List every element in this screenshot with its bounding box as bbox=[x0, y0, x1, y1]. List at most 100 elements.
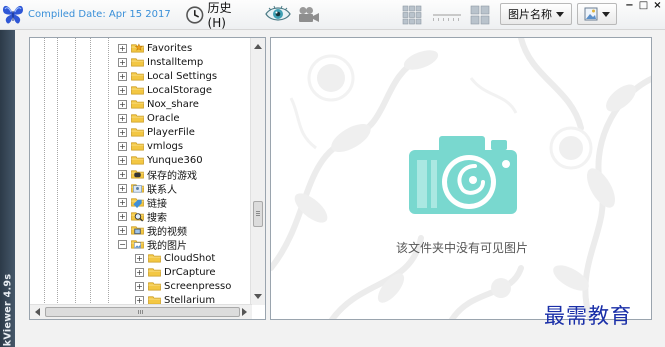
tree-item-label: 搜索 bbox=[147, 212, 167, 224]
expand-icon[interactable]: + bbox=[118, 155, 127, 165]
folder-icon bbox=[131, 58, 144, 67]
folder-tree[interactable]: + Favorites + Installtemp + Local Settings + Lo… bbox=[29, 37, 266, 320]
thumbnail-grid-icon[interactable] bbox=[402, 5, 422, 25]
tree-item[interactable]: + PlayerFile bbox=[118, 125, 253, 139]
image-area[interactable]: 该文件夹中没有可见图片 bbox=[270, 37, 652, 320]
tree-item[interactable]: − 我的图片 bbox=[118, 237, 253, 252]
tree-horizontal-scroll-thumb[interactable] bbox=[45, 307, 240, 317]
links-icon bbox=[131, 198, 144, 208]
tree-item[interactable]: + LocalStorage bbox=[118, 83, 253, 97]
pictures-folder-icon bbox=[131, 240, 144, 249]
tree-guide-lines bbox=[30, 38, 130, 305]
watermark-text: 最需教育 bbox=[544, 304, 632, 328]
chevron-down-icon bbox=[602, 11, 610, 17]
expand-icon[interactable]: + bbox=[135, 267, 144, 277]
tree-rows: + Favorites + Installtemp + Local Settings + Lo… bbox=[118, 41, 253, 307]
expand-icon[interactable]: + bbox=[135, 281, 144, 291]
tree-item[interactable]: + 链接 bbox=[118, 195, 253, 210]
expand-icon[interactable]: + bbox=[118, 43, 127, 53]
tree-vertical-scrollbar[interactable] bbox=[250, 38, 265, 305]
butterfly-icon bbox=[3, 5, 23, 24]
close-button[interactable]: × bbox=[652, 0, 663, 11]
expand-icon[interactable]: + bbox=[118, 71, 127, 81]
scroll-left-arrow-icon[interactable] bbox=[35, 308, 40, 316]
history-button[interactable]: 历史(H) bbox=[185, 1, 249, 30]
tree-item-label: 保存的游戏 bbox=[147, 170, 197, 182]
tree-item[interactable]: + 联系人 bbox=[118, 181, 253, 196]
tree-item-label: PlayerFile bbox=[147, 126, 195, 138]
tree-item-label: Nox_share bbox=[147, 98, 199, 110]
tree-item[interactable]: + Screenpresso bbox=[135, 279, 253, 293]
folder-icon bbox=[131, 142, 144, 151]
tree-item-label: Yunque360 bbox=[147, 154, 203, 166]
side-strip: bkViewer 4.9s bbox=[0, 30, 15, 347]
video-camera-icon[interactable] bbox=[297, 6, 321, 24]
expand-icon[interactable]: + bbox=[118, 113, 127, 123]
folder-icon bbox=[131, 86, 144, 95]
tree-item[interactable]: + CloudShot bbox=[135, 251, 253, 265]
chevron-down-icon bbox=[556, 11, 564, 17]
tree-item[interactable]: + Nox_share bbox=[118, 97, 253, 111]
compiled-date: Compiled Date: Apr 15 2017 bbox=[28, 9, 171, 20]
expand-icon[interactable]: + bbox=[118, 141, 127, 151]
tree-item[interactable]: + Oracle bbox=[118, 111, 253, 125]
expand-icon[interactable]: + bbox=[118, 211, 127, 221]
folder-icon bbox=[131, 72, 144, 81]
tree-item-label: Screenpresso bbox=[164, 280, 232, 292]
folder-icon bbox=[131, 114, 144, 123]
slider-track bbox=[433, 14, 461, 16]
maximize-button[interactable]: □ bbox=[638, 0, 649, 11]
expand-icon[interactable]: + bbox=[135, 253, 144, 263]
tree-item[interactable]: + Local Settings bbox=[118, 69, 253, 83]
tree-item[interactable]: + DrCapture bbox=[135, 265, 253, 279]
list-view-icon[interactable] bbox=[470, 5, 490, 25]
expand-icon[interactable]: + bbox=[118, 197, 127, 207]
tree-item[interactable]: + Favorites bbox=[118, 41, 253, 55]
tree-item-label: 联系人 bbox=[147, 184, 177, 196]
scroll-right-arrow-icon[interactable] bbox=[242, 308, 247, 316]
tree-item-label: Oracle bbox=[147, 112, 180, 124]
tree-horizontal-scrollbar[interactable] bbox=[30, 304, 252, 319]
folder-icon bbox=[131, 128, 144, 137]
expand-icon[interactable]: + bbox=[118, 127, 127, 137]
folder-icon bbox=[148, 254, 161, 263]
expand-icon[interactable]: + bbox=[118, 85, 127, 95]
empty-folder-message: 该文件夹中没有可见图片 bbox=[395, 241, 528, 255]
minimize-button[interactable]: − bbox=[624, 0, 635, 11]
tree-item[interactable]: + 搜索 bbox=[118, 209, 253, 224]
scroll-down-arrow-icon[interactable] bbox=[254, 294, 262, 299]
view-mode-dropdown[interactable] bbox=[577, 3, 617, 25]
expand-icon[interactable]: + bbox=[118, 169, 127, 179]
tree-item[interactable]: + 我的视频 bbox=[118, 223, 253, 238]
sort-label: 图片名称 bbox=[508, 8, 552, 21]
thumbnail-size-slider[interactable] bbox=[433, 7, 461, 23]
tree-item[interactable]: + Installtemp bbox=[118, 55, 253, 69]
tree-item-label: vmlogs bbox=[147, 140, 184, 152]
eye-icon[interactable] bbox=[265, 5, 291, 23]
tree-item-label: Local Settings bbox=[147, 70, 218, 82]
window-controls: − □ × bbox=[622, 0, 665, 11]
tree-item-label: LocalStorage bbox=[147, 84, 213, 96]
folder-icon bbox=[148, 268, 161, 277]
tree-item[interactable]: + 保存的游戏 bbox=[118, 167, 253, 182]
app-version-label: bkViewer 4.9s bbox=[2, 273, 14, 347]
toolbar: Compiled Date: Apr 15 2017 历史(H) 图片名称 − … bbox=[0, 0, 665, 30]
folder-icon bbox=[131, 156, 144, 165]
scroll-up-arrow-icon[interactable] bbox=[254, 44, 262, 49]
slider-ticks bbox=[433, 18, 461, 21]
sort-dropdown[interactable]: 图片名称 bbox=[500, 3, 572, 25]
tree-item[interactable]: + Yunque360 bbox=[118, 153, 253, 167]
expand-icon[interactable]: + bbox=[118, 99, 127, 109]
star-folder-icon bbox=[131, 43, 144, 53]
tree-item-label: DrCapture bbox=[164, 266, 216, 278]
expand-icon[interactable]: + bbox=[118, 57, 127, 67]
expand-icon[interactable]: + bbox=[118, 183, 127, 193]
tree-item-label: 链接 bbox=[147, 198, 167, 210]
tree-vertical-scroll-thumb[interactable] bbox=[253, 201, 263, 227]
tree-item[interactable]: + vmlogs bbox=[118, 139, 253, 153]
collapse-icon[interactable]: − bbox=[118, 239, 127, 249]
history-clock-icon bbox=[186, 5, 204, 24]
tree-item-label: CloudShot bbox=[164, 252, 216, 264]
expand-icon[interactable]: + bbox=[118, 225, 127, 235]
app-window: Compiled Date: Apr 15 2017 历史(H) 图片名称 − … bbox=[0, 0, 665, 347]
